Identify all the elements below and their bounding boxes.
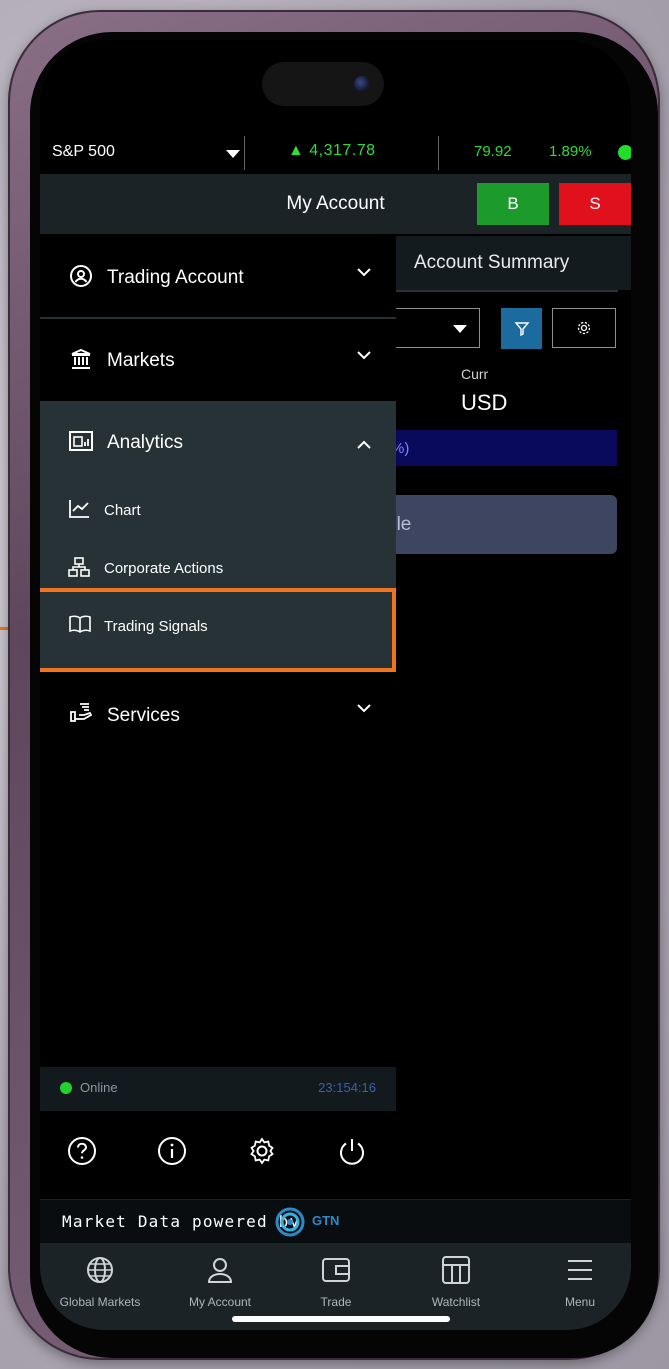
tab-account-summary[interactable]: Account Summary [396,236,631,290]
connection-status-dot [618,145,631,160]
app-header: My Account B S [40,174,631,234]
index-change: 79.92 [474,143,512,160]
home-indicator [232,1316,450,1322]
settings-button[interactable] [552,308,616,348]
nav-label: Global Markets [59,1295,141,1309]
user-icon [170,1253,270,1287]
nav-label: Trade [320,1295,352,1309]
nav-menu[interactable]: Menu [530,1253,630,1309]
chevron-down-icon [356,264,372,282]
drawer-item-markets[interactable]: Markets [40,319,396,401]
percentage-bar: )%) [380,430,617,466]
highlight-box [40,588,396,672]
drawer-subitem-label: Corporate Actions [104,560,224,577]
drawer-subitem-label: Chart [104,502,141,519]
drawer-item-label: Services [107,705,180,726]
org-chart-icon [68,557,90,582]
user-circle-icon [68,263,94,289]
power-icon[interactable] [334,1133,370,1169]
drawer-status-bar: Online 23:154:16 [40,1067,396,1111]
nav-global-markets[interactable]: Global Markets [50,1253,150,1309]
bank-icon [68,346,94,372]
chevron-down-icon [453,325,467,333]
gtn-brand: GTN [312,1213,340,1228]
summary-card[interactable]: ole [380,495,617,554]
drawer-subitem-chart[interactable]: Chart [40,483,396,539]
analytics-icon [68,428,94,454]
currency-value: USD [461,390,508,415]
tab-underline [396,290,618,292]
filter-button[interactable] [501,308,542,349]
filter-icon [514,321,529,336]
settings-icon[interactable] [244,1133,280,1169]
powered-by-bar: Market Data powered by GTN [40,1199,631,1244]
index-ticker: S&P 500 ▲ 4,317.78 79.92 1.89% [40,132,631,174]
info-icon[interactable] [154,1133,190,1169]
drawer-item-label: Trading Account [107,267,244,288]
chevron-down-icon [356,700,372,718]
drawer-item-analytics[interactable]: Analytics [40,401,396,483]
dynamic-island [262,62,384,106]
currency-label: Curr [461,366,489,382]
help-icon[interactable] [64,1133,100,1169]
ticker-divider-2 [438,136,439,170]
index-name[interactable]: S&P 500 [52,143,115,161]
nav-label: My Account [188,1295,252,1309]
nav-label: Menu [564,1295,596,1309]
drawer-item-label: Analytics [107,432,184,453]
nav-watchlist[interactable]: Watchlist [406,1253,506,1309]
gtn-logo-icon [272,1206,308,1243]
gear-icon [577,321,591,335]
services-icon [68,699,94,725]
status-time: 23:154:16 [318,1080,376,1095]
wallet-icon [286,1253,386,1287]
ticker-divider [244,136,245,170]
camera-icon [354,76,370,92]
line-chart-icon [68,499,90,524]
menu-icon [530,1253,630,1287]
nav-trade[interactable]: Trade [286,1253,386,1309]
watchlist-icon [406,1253,506,1287]
nav-label: Watchlist [431,1295,481,1309]
arrow-up-icon: ▲ [288,142,310,159]
drawer-item-label: Markets [107,350,175,371]
index-change-pct: 1.89% [549,143,592,160]
index-dropdown-caret-icon[interactable] [226,150,240,158]
online-status-dot [60,1082,72,1094]
buy-button[interactable]: B [477,183,549,225]
side-drawer: Trading Account Markets Analytics Chart … [40,236,396,1111]
nav-my-account[interactable]: My Account [170,1253,270,1309]
powered-by-text: Market Data powered by [62,1212,301,1231]
globe-icon [50,1253,150,1287]
chevron-down-icon [356,347,372,365]
chevron-up-icon [356,437,372,455]
utility-row [40,1111,631,1199]
index-price-value: 4,317.78 [309,142,376,159]
index-price: ▲ 4,317.78 [288,142,376,160]
drawer-item-services[interactable]: Services [40,672,396,754]
drawer-item-trading-account[interactable]: Trading Account [40,236,396,318]
phone-screen: S&P 500 ▲ 4,317.78 79.92 1.89% My Accoun… [40,40,631,1330]
sell-button[interactable]: S [559,183,631,225]
online-label: Online [80,1080,118,1095]
